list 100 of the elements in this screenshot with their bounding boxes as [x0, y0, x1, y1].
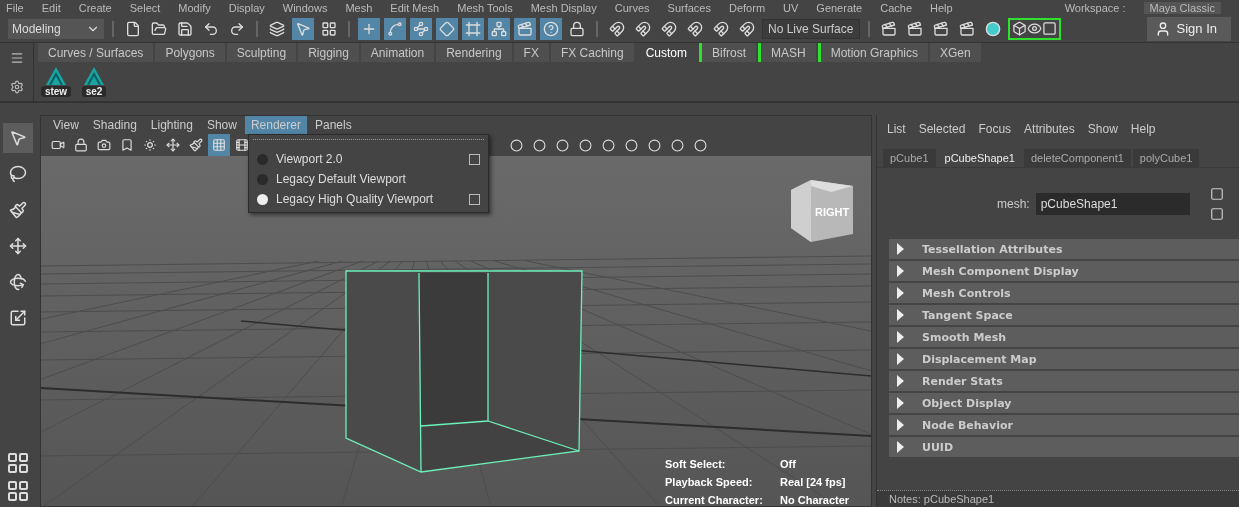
- option-box-icon[interactable]: [469, 193, 480, 205]
- section-title: Smooth Mesh: [922, 330, 1007, 344]
- sign-in-button[interactable]: Sign In: [1146, 16, 1231, 41]
- shelf-tab[interactable]: Sculpting: [226, 43, 297, 62]
- editor-menu-item[interactable]: Attributes: [1024, 122, 1075, 136]
- workspace-label: Workspace :: [1064, 1, 1126, 14]
- layout-icon[interactable]: [6, 479, 30, 503]
- renderer-menu-label: Legacy Default Viewport: [276, 172, 406, 186]
- viewport-menu-item[interactable]: Panels: [308, 116, 358, 134]
- attribute-section-header[interactable]: Tessellation Attributes: [889, 239, 1239, 259]
- menu-item[interactable]: Display: [228, 1, 265, 14]
- section-title: Node Behavior: [922, 418, 1013, 432]
- settings-icon[interactable]: [9, 79, 24, 94]
- attribute-section-header[interactable]: Object Display: [889, 393, 1239, 413]
- node-tab[interactable]: polyCube1: [1132, 149, 1200, 167]
- section-title: Render Stats: [922, 374, 1003, 388]
- attribute-section-header[interactable]: UUID: [889, 437, 1239, 457]
- hud-label: Current Character:: [665, 494, 764, 506]
- attribute-section-header[interactable]: Displacement Map: [889, 349, 1239, 369]
- notes-label: Notes: pCubeShape1: [877, 490, 1239, 507]
- section-title: Tessellation Attributes: [922, 242, 1063, 256]
- editor-menu-item[interactable]: List: [887, 122, 906, 136]
- shelf-tab[interactable]: Curves / Surfaces: [38, 43, 154, 62]
- menu-item[interactable]: Mesh Tools: [457, 1, 513, 14]
- shelf-tab[interactable]: Animation: [360, 43, 435, 62]
- section-title: Object Display: [922, 396, 1012, 410]
- square-icon[interactable]: [1042, 21, 1057, 36]
- menu-item[interactable]: Surfaces: [667, 1, 711, 14]
- menu-item[interactable]: Generate: [816, 1, 863, 14]
- cube-icon[interactable]: [1012, 21, 1027, 36]
- menu-item[interactable]: Deform: [729, 1, 766, 14]
- viewport-menu-item[interactable]: View: [47, 116, 85, 134]
- mesh-name-field[interactable]: pCubeShape1: [1035, 192, 1190, 215]
- editor-menu-item[interactable]: Show: [1087, 122, 1118, 136]
- attribute-section-header[interactable]: Smooth Mesh: [889, 327, 1239, 347]
- section-title: UUID: [922, 440, 954, 454]
- shelf-tab[interactable]: MASH: [758, 43, 816, 62]
- move-icon[interactable]: [9, 235, 27, 257]
- menu-item[interactable]: Select: [129, 1, 161, 14]
- lasso-icon[interactable]: [9, 163, 27, 185]
- viewport-menu-item[interactable]: Shading: [86, 116, 143, 134]
- radio-icon[interactable]: [257, 193, 268, 205]
- section-title: Mesh Controls: [922, 286, 1011, 300]
- editor-menu-item[interactable]: Focus: [978, 122, 1012, 136]
- menu-item[interactable]: Help: [930, 1, 953, 14]
- shelf-tab[interactable]: Bifrost: [698, 43, 756, 62]
- editor-menu-item[interactable]: Selected: [918, 122, 966, 136]
- menu-item[interactable]: Create: [78, 1, 112, 14]
- tool-button[interactable]: [3, 123, 33, 153]
- brush-icon[interactable]: [9, 199, 27, 221]
- radio-icon[interactable]: [257, 173, 268, 185]
- workspace-dropdown[interactable]: Maya Classic: [1143, 1, 1221, 14]
- shelf-tab[interactable]: FX Caching: [550, 43, 634, 62]
- attribute-section-header[interactable]: Node Behavior: [889, 415, 1239, 435]
- section-title: Displacement Map: [922, 352, 1037, 366]
- shelf-tool-label: stew: [40, 86, 72, 97]
- layout-icon[interactable]: [6, 451, 30, 475]
- node-tab[interactable]: pCube1: [883, 149, 936, 167]
- shelf-tool-label: se2: [81, 86, 107, 97]
- mesh-label: mesh:: [997, 196, 1030, 211]
- menu-item[interactable]: UV: [783, 1, 799, 14]
- renderer-menu-item[interactable]: Legacy High Quality Viewport: [249, 189, 488, 209]
- menu-item[interactable]: Mesh: [345, 1, 373, 14]
- editor-menu-item[interactable]: Help: [1130, 122, 1156, 136]
- menu-item[interactable]: Edit: [41, 1, 61, 14]
- shelf-tab[interactable]: FX: [513, 43, 549, 62]
- radio-icon[interactable]: [257, 153, 268, 165]
- viewport-menu-item[interactable]: Lighting: [144, 116, 199, 134]
- option-box-icon[interactable]: [469, 153, 480, 165]
- menu-item[interactable]: Modify: [178, 1, 211, 14]
- shelf-tab[interactable]: Motion Graphics: [817, 43, 929, 62]
- expand-arrow-icon[interactable]: [897, 441, 904, 453]
- viewport-menu-item[interactable]: Show: [200, 116, 243, 134]
- shelf-tool-icon[interactable]: [45, 66, 67, 86]
- renderer-menu-item[interactable]: Legacy Default Viewport: [249, 169, 488, 189]
- node-tab[interactable]: deleteComponent1: [1023, 149, 1131, 167]
- menu-item[interactable]: Edit Mesh: [390, 1, 440, 14]
- menu-item[interactable]: Windows: [282, 1, 328, 14]
- shelf-tab[interactable]: Polygons: [155, 43, 225, 62]
- attribute-section-header[interactable]: Mesh Component Display: [889, 261, 1239, 281]
- hud-label: Playback Speed:: [665, 476, 754, 488]
- section-title: Tangent Space: [922, 308, 1013, 322]
- attribute-section-header[interactable]: Tangent Space: [889, 305, 1239, 325]
- shelf-tool-icon[interactable]: [83, 66, 105, 86]
- menu-item[interactable]: Curves: [614, 1, 650, 14]
- hud-value: No Character: [780, 494, 850, 506]
- rotate-icon[interactable]: [9, 271, 27, 293]
- menu-item[interactable]: Mesh Display: [530, 1, 597, 14]
- menu-item[interactable]: File: [6, 1, 24, 14]
- section-title: Mesh Component Display: [922, 264, 1079, 278]
- menu-icon[interactable]: [9, 50, 24, 65]
- shelf-tab[interactable]: XGen: [930, 43, 981, 62]
- mode-dropdown[interactable]: Modeling: [8, 18, 104, 39]
- attribute-section-header[interactable]: Mesh Controls: [889, 283, 1239, 303]
- live-surface-field[interactable]: No Live Surface: [762, 18, 860, 39]
- menu-item[interactable]: Cache: [880, 1, 912, 14]
- shelf-tab[interactable]: Rigging: [298, 43, 359, 62]
- eye-icon[interactable]: [1027, 21, 1042, 36]
- shelf-tab[interactable]: Rendering: [436, 43, 512, 62]
- attribute-section-header[interactable]: Render Stats: [889, 371, 1239, 391]
